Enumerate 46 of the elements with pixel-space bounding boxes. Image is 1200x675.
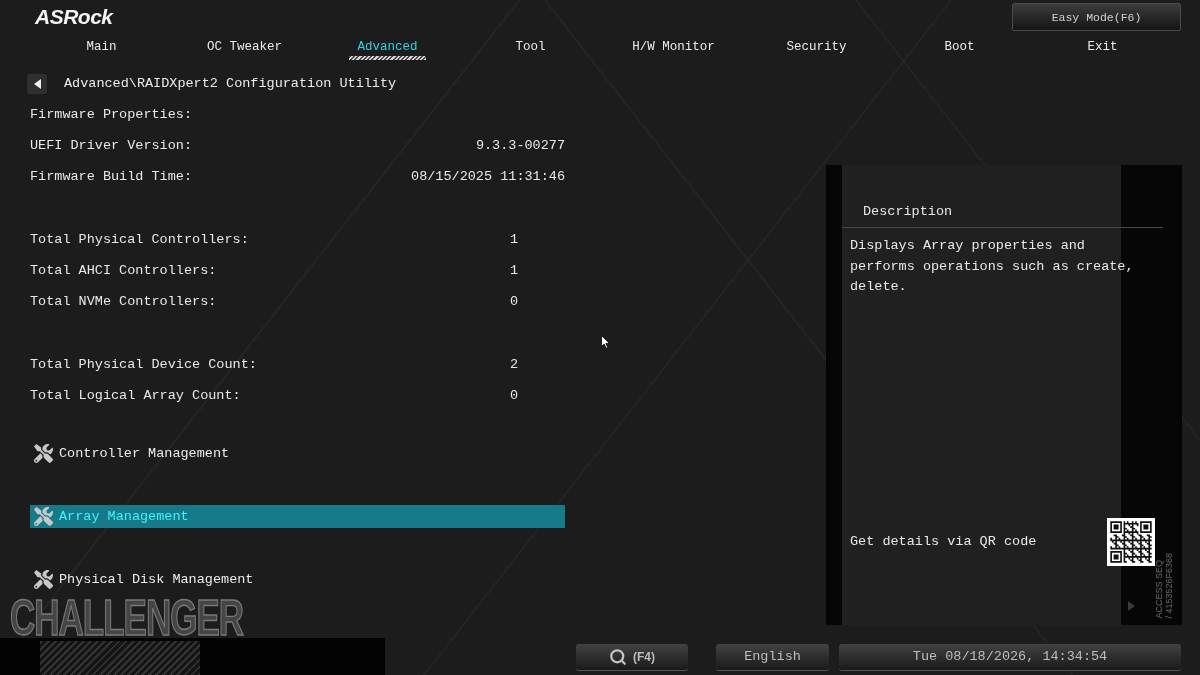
datetime-button[interactable]: Tue 08/18/2026, 14:34:54 <box>839 643 1181 670</box>
nav-tab[interactable]: Exit <box>1079 34 1126 60</box>
wrench-screwdriver-icon <box>34 570 53 589</box>
brand-logo: ASRock <box>35 6 113 28</box>
setting-value: 1 <box>510 231 519 248</box>
nav-tab[interactable]: Security <box>778 34 855 60</box>
setting-label: Firmware Build Time: <box>30 168 194 185</box>
search-icon <box>609 647 627 666</box>
menu-item[interactable]: Physical Disk Management <box>30 568 565 591</box>
series-logo: CHALLENGER <box>10 595 244 638</box>
setting-value: 0 <box>510 293 519 310</box>
panel-title: Description <box>842 204 1163 228</box>
nav-tab[interactable]: H/W Monitor <box>624 34 723 60</box>
description-text: Displays Array properties and performs operations such as create, delete. <box>850 237 1135 296</box>
left-triangle-icon <box>33 79 41 89</box>
right-triangle-icon <box>1128 601 1135 611</box>
easy-mode-button[interactable]: Easy Mode(F6) <box>1012 3 1181 31</box>
qr-caption: Get details via QR code <box>850 534 1037 550</box>
language-button[interactable]: English <box>716 643 829 670</box>
setting-label: UEFI Driver Version: <box>30 137 194 154</box>
nav-tab[interactable]: Main <box>78 34 125 60</box>
setting-label: Total Physical Device Count: <box>30 356 258 373</box>
access-sequence-text: ACCESS SEQ <box>1154 560 1164 619</box>
qr-code-icon <box>1107 518 1155 566</box>
setting-value: 1 <box>510 262 519 279</box>
setting-value: 9.3.3-00277 <box>475 137 565 154</box>
setting-label: Total Physical Controllers: <box>30 231 250 248</box>
breadcrumb-path: Advanced\RAIDXpert2 Configuration Utility <box>64 76 397 92</box>
setting-value: 2 <box>510 356 519 373</box>
nav-tab[interactable]: Tool <box>507 34 554 60</box>
setting-label: Total AHCI Controllers: <box>30 262 218 279</box>
setting-value: 0 <box>510 387 519 404</box>
nav-tab[interactable]: Boot <box>936 34 983 60</box>
search-button[interactable]: (F4) <box>576 643 688 670</box>
wrench-screwdriver-icon <box>34 444 53 463</box>
menu-item[interactable]: Controller Management <box>30 442 565 465</box>
nav-tab[interactable]: OC Tweaker <box>199 34 290 60</box>
wrench-screwdriver-icon <box>34 507 53 526</box>
setting-value: 08/15/2025 11:31:46 <box>411 168 565 185</box>
setting-label: Total NVMe Controllers: <box>30 293 218 310</box>
setting-label: Total Logical Array Count: <box>30 387 242 404</box>
mouse-pointer-icon <box>601 335 610 349</box>
section-heading: Firmware Properties: <box>30 106 194 123</box>
access-sequence-text: / 4153526F6368 <box>1164 553 1174 619</box>
menu-item[interactable]: Array Management <box>30 505 565 528</box>
back-button[interactable] <box>27 74 47 94</box>
